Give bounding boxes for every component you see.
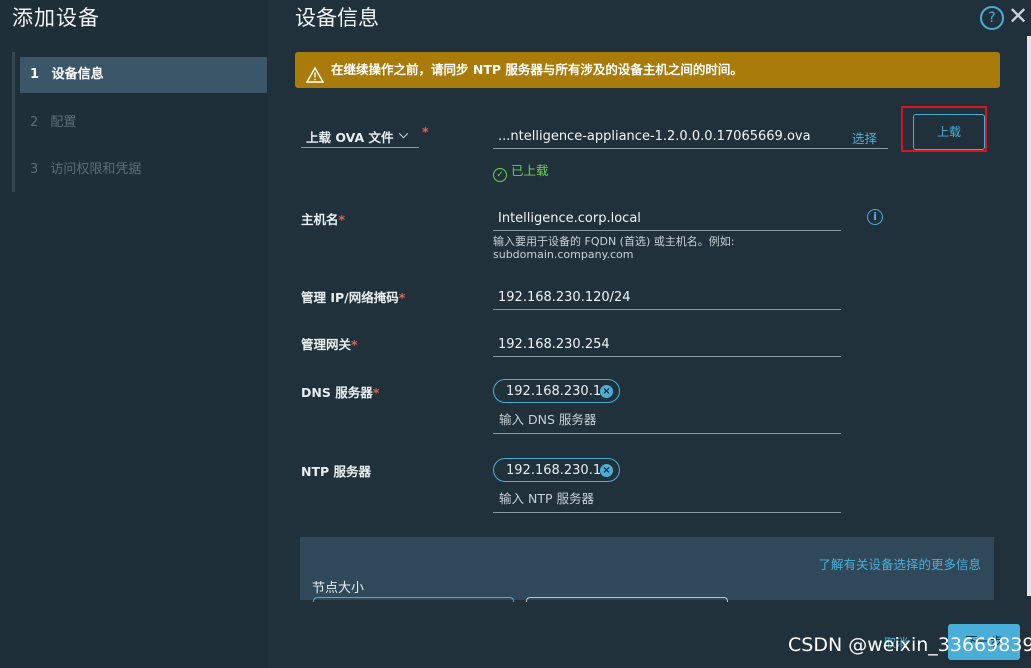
ntp-label: NTP 服务器 [301, 461, 371, 480]
dns-label-text: DNS 服务器 [301, 385, 373, 400]
dns-server-input[interactable]: 输入 DNS 服务器 [493, 405, 841, 434]
ova-file-value: ...ntelligence-appliance-1.2.0.0.0.17065… [498, 129, 811, 144]
ova-source-select[interactable]: 上载 OVA 文件 ⌵ [301, 121, 419, 148]
watermark: CSDN @weixin_33669839 [788, 634, 1031, 656]
hostname-helper: 输入要用于设备的 FQDN (首选) 或主机名。例如: subdomain.co… [493, 235, 734, 261]
mgmt-ip-label-text: 管理 IP/网络掩码 [301, 290, 399, 305]
ntp-server-chip[interactable]: 192.168.230.1 × [493, 458, 620, 482]
warning-text: 在继续操作之前，请同步 NTP 服务器与所有涉及的设备主机之间的时间。 [331, 62, 743, 77]
page-title: 设备信息 [295, 6, 379, 30]
upload-button[interactable]: 上载 [913, 114, 985, 150]
required-mark: * [372, 385, 380, 400]
required-mark: * [351, 337, 358, 352]
select-file-link[interactable]: 选择 [852, 128, 877, 147]
gateway-value: 192.168.230.254 [498, 337, 610, 352]
gateway-label-text: 管理网关 [301, 337, 352, 352]
required-mark: * [338, 212, 346, 227]
steps-rail [12, 52, 15, 192]
step-number: 1 [30, 67, 40, 82]
node-size-panel: 了解有关设备选择的更多信息 节点大小 [300, 537, 994, 600]
upload-status: ✓ 已上载 [493, 160, 549, 182]
required-mark: * [398, 290, 406, 305]
node-size-option[interactable] [313, 597, 514, 602]
ntp-label-text: NTP 服务器 [301, 464, 372, 479]
check-circle-icon: ✓ [493, 168, 507, 182]
question-circle-icon[interactable]: ? [980, 6, 1004, 30]
step-label: 配置 [50, 115, 77, 130]
learn-more-link[interactable]: 了解有关设备选择的更多信息 [818, 554, 981, 573]
remove-chip-icon[interactable]: × [600, 385, 613, 398]
node-size-label: 节点大小 [312, 581, 365, 596]
step-device-info[interactable]: 1 设备信息 [20, 57, 267, 93]
hostname-helper-line1: 输入要用于设备的 FQDN (首选) 或主机名。例如: [493, 235, 735, 248]
mgmt-ip-label: 管理 IP/网络掩码* [301, 287, 405, 306]
mgmt-ip-value: 192.168.230.120/24 [498, 290, 631, 305]
mgmt-ip-input[interactable]: 192.168.230.120/24 [493, 279, 841, 310]
node-size-option[interactable] [526, 597, 728, 602]
step-number: 3 [30, 162, 39, 177]
step-label: 访问权限和凭据 [50, 162, 142, 177]
warning-banner: 在继续操作之前，请同步 NTP 服务器与所有涉及的设备主机之间的时间。 [295, 52, 1000, 88]
ova-source-label: 上载 OVA 文件 [306, 130, 394, 145]
hostname-label: 主机名* [301, 209, 345, 228]
gateway-input[interactable]: 192.168.230.254 [493, 326, 841, 357]
ova-file-field[interactable]: ...ntelligence-appliance-1.2.0.0.0.17065… [493, 118, 888, 149]
info-icon[interactable]: i [867, 209, 883, 225]
step-number: 2 [30, 115, 39, 130]
required-mark: * [422, 124, 429, 139]
scrollbar[interactable] [1027, 36, 1031, 596]
chevron-down-icon: ⌵ [399, 127, 409, 141]
dns-placeholder: 输入 DNS 服务器 [499, 412, 597, 427]
hostname-helper-line2: subdomain.company.com [493, 248, 634, 261]
step-access-credentials[interactable]: 3 访问权限和凭据 [20, 152, 267, 188]
ntp-server-input[interactable]: 输入 NTP 服务器 [493, 484, 841, 513]
wizard-title: 添加设备 [12, 6, 100, 30]
dns-chip-text: 192.168.230.1 [506, 384, 602, 399]
hostname-input[interactable]: Intelligence.corp.local [493, 200, 841, 231]
dns-server-chip[interactable]: 192.168.230.1 × [493, 379, 620, 403]
wizard-sidebar: 添加设备 1 设备信息 2 配置 3 访问权限和凭据 [0, 0, 268, 668]
ntp-placeholder: 输入 NTP 服务器 [499, 491, 594, 506]
close-icon[interactable]: ✕ [1008, 2, 1028, 30]
step-label: 设备信息 [51, 67, 104, 82]
step-configuration[interactable]: 2 配置 [20, 105, 267, 141]
remove-chip-icon[interactable]: × [600, 464, 613, 477]
warning-icon [305, 61, 325, 97]
upload-status-text: 已上载 [511, 163, 549, 178]
ntp-chip-text: 192.168.230.1 [506, 463, 602, 478]
main-panel: 设备信息 ? ✕ 在继续操作之前，请同步 NTP 服务器与所有涉及的设备主机之间… [268, 0, 1031, 668]
dns-label: DNS 服务器* [301, 382, 379, 401]
hostname-label-text: 主机名 [301, 212, 339, 227]
gateway-label: 管理网关* [301, 334, 358, 353]
hostname-value: Intelligence.corp.local [498, 211, 641, 226]
